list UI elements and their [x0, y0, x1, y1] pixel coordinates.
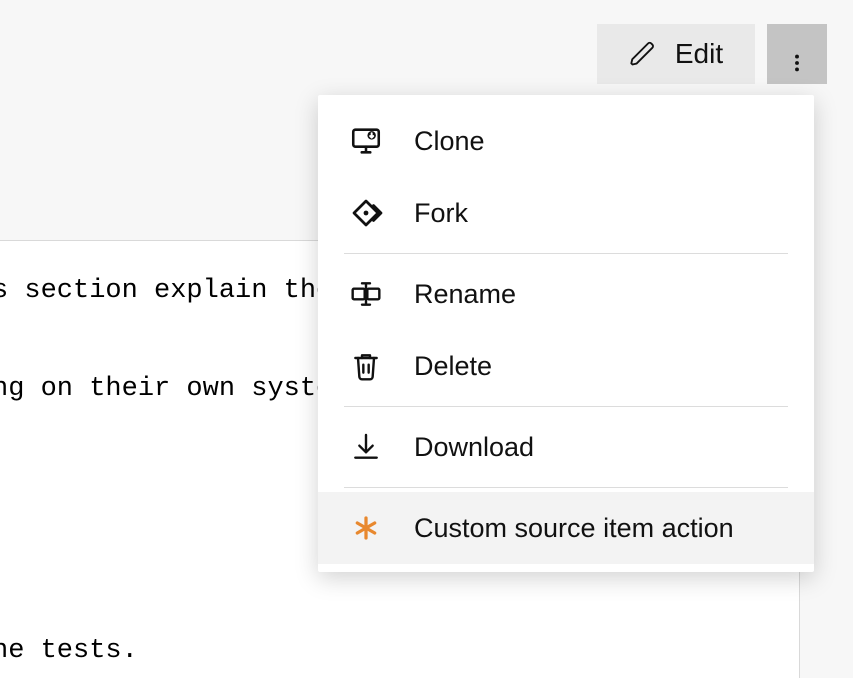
edit-button-label: Edit	[675, 38, 723, 70]
edit-button[interactable]: Edit	[597, 24, 755, 84]
trash-icon	[348, 348, 384, 384]
content-line: ng on their own system	[0, 369, 348, 410]
menu-item-label: Clone	[414, 126, 485, 157]
menu-item-label: Fork	[414, 198, 468, 229]
menu-item-download[interactable]: Download	[318, 411, 814, 483]
menu-item-clone[interactable]: Clone	[318, 105, 814, 177]
menu-item-custom-action[interactable]: Custom source item action	[318, 492, 814, 564]
fork-icon	[348, 195, 384, 231]
content-line: s section explain the	[0, 271, 332, 312]
rename-icon	[348, 276, 384, 312]
menu-item-label: Rename	[414, 279, 516, 310]
clone-icon	[348, 123, 384, 159]
menu-separator	[344, 253, 788, 254]
menu-item-label: Download	[414, 432, 534, 463]
menu-item-label: Delete	[414, 351, 492, 382]
menu-item-delete[interactable]: Delete	[318, 330, 814, 402]
download-icon	[348, 429, 384, 465]
more-vertical-icon	[786, 43, 808, 65]
toolbar: Edit	[597, 24, 827, 84]
asterisk-icon	[348, 510, 384, 546]
menu-separator	[344, 487, 788, 488]
actions-menu: Clone Fork Rename	[318, 95, 814, 572]
menu-item-rename[interactable]: Rename	[318, 258, 814, 330]
menu-separator	[344, 406, 788, 407]
pencil-icon	[629, 40, 657, 68]
menu-item-fork[interactable]: Fork	[318, 177, 814, 249]
menu-item-label: Custom source item action	[414, 513, 734, 544]
more-actions-button[interactable]	[767, 24, 827, 84]
content-line: ne tests.	[0, 631, 138, 672]
